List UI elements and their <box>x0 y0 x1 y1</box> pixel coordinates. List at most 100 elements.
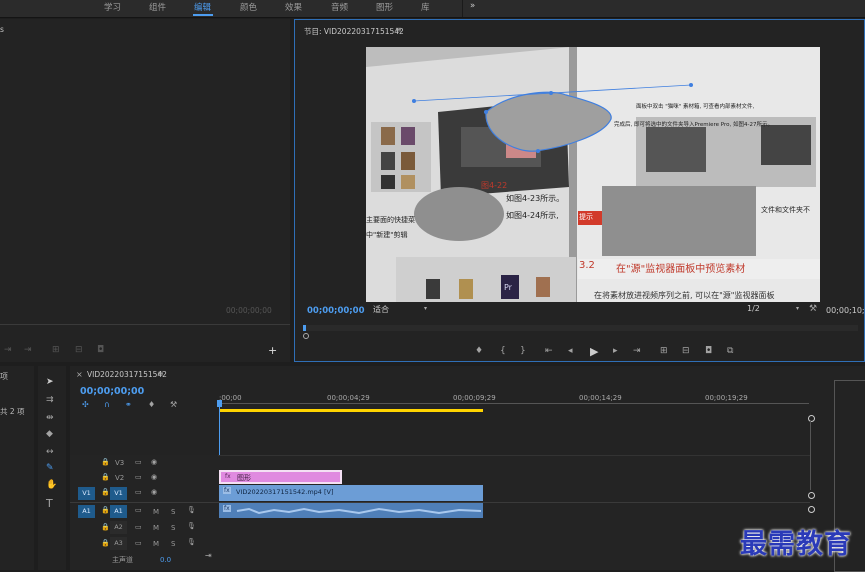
scroll-handle[interactable] <box>808 492 815 499</box>
step-back-icon[interactable]: ◂ <box>568 347 573 356</box>
workspace-tab-learn[interactable]: 学习 <box>104 1 121 13</box>
audio-clip[interactable]: fx <box>219 503 483 518</box>
sequence-timecode[interactable]: 00;00;00;00 <box>80 386 144 397</box>
lift-icon[interactable]: ⊞ <box>660 347 668 356</box>
mute-button[interactable]: M <box>153 524 159 532</box>
eye-icon[interactable]: ◉ <box>151 489 157 496</box>
camera-icon[interactable]: ◘ <box>97 346 104 355</box>
zoom-bar[interactable] <box>303 333 858 339</box>
camera-icon[interactable]: ◘ <box>705 347 712 356</box>
source-scrubber[interactable] <box>0 324 290 325</box>
work-area-bar[interactable] <box>219 409 483 412</box>
project-tab[interactable]: 项 <box>0 371 8 382</box>
panel-menu-icon[interactable]: ≡ <box>157 369 164 378</box>
sequence-tab[interactable]: VID20220317151542 <box>87 370 167 379</box>
vertical-scrollbar[interactable] <box>810 420 811 490</box>
project-panel: 项 共 2 项 <box>0 366 34 570</box>
nest-icon[interactable]: ✣ <box>82 401 89 409</box>
export-frame-icon[interactable]: ⊞ <box>52 346 60 355</box>
scroll-handle[interactable] <box>808 506 815 513</box>
master-volume-value[interactable]: 0.0 <box>160 556 171 564</box>
microphone-icon[interactable]: 🎙 <box>187 539 196 546</box>
mark-out-icon[interactable]: } <box>520 347 526 356</box>
microphone-icon[interactable]: 🎙 <box>187 507 196 514</box>
go-to-in-icon[interactable]: ⇤ <box>545 347 553 356</box>
insert-icon[interactable]: ⇥ <box>4 346 12 355</box>
source-monitor-tab[interactable]: s <box>0 25 4 34</box>
video-clip[interactable]: fx VID20220317151542.mp4 [V] <box>219 485 483 501</box>
ripple-edit-tool-icon[interactable]: ⇹ <box>46 414 54 423</box>
program-current-timecode[interactable]: 00;00;00;00 <box>307 306 365 316</box>
solo-button[interactable]: S <box>171 540 175 548</box>
timeline-settings-icon[interactable]: ⚒ <box>170 401 177 409</box>
track-target-a3[interactable]: A3 <box>110 537 127 550</box>
track-select-tool-icon[interactable]: ⇉ <box>46 396 54 405</box>
workspace-tab-libraries[interactable]: 库 <box>421 1 430 13</box>
workspace-overflow-button[interactable]: » <box>470 1 475 11</box>
workspace-tab-effects[interactable]: 效果 <box>285 1 302 13</box>
hand-tool-icon[interactable]: ✋ <box>46 481 57 490</box>
pen-tool-icon[interactable]: ✎ <box>46 464 54 473</box>
go-to-out-icon[interactable]: ⇥ <box>633 347 641 356</box>
sync-lock-icon[interactable]: ▭ <box>135 474 142 481</box>
source-patch-a1[interactable]: A1 <box>78 505 95 518</box>
workspace-tab-editing[interactable]: 编辑 <box>194 1 211 13</box>
workspace-tab-audio[interactable]: 音频 <box>331 1 348 13</box>
resolution-dropdown[interactable]: 1/2 ▾ <box>747 304 799 316</box>
eye-icon[interactable]: ◉ <box>151 459 157 466</box>
compare-icon[interactable]: ⊟ <box>75 346 83 355</box>
marker-icon[interactable]: ♦ <box>475 347 483 356</box>
program-monitor-title[interactable]: 节目: VID20220317151542 <box>304 26 404 37</box>
lock-icon[interactable]: 🔒 <box>101 507 110 514</box>
compare-view-icon[interactable]: ⧉ <box>727 347 733 356</box>
mute-button[interactable]: M <box>153 540 159 548</box>
sync-lock-icon[interactable]: ▭ <box>135 489 142 496</box>
go-to-end-icon[interactable]: ⇥ <box>205 552 212 560</box>
sync-lock-icon[interactable]: ▭ <box>135 459 142 466</box>
lock-icon[interactable]: 🔒 <box>101 540 110 547</box>
lock-icon[interactable]: 🔒 <box>101 459 110 466</box>
lock-icon[interactable]: 🔒 <box>101 489 110 496</box>
program-video-frame[interactable]: 图4-22 如图4-23所示。 如图4-24所示, 提示 完成后, 即可将选中的… <box>366 47 820 302</box>
snap-icon[interactable]: ∩ <box>104 401 110 409</box>
panel-menu-icon[interactable]: ≡ <box>395 25 402 34</box>
lock-icon[interactable]: 🔒 <box>101 474 110 481</box>
workspace-tab-color[interactable]: 颜色 <box>240 1 257 13</box>
add-button-icon[interactable]: + <box>268 345 277 356</box>
close-icon[interactable]: × <box>76 370 83 379</box>
solo-button[interactable]: S <box>171 508 175 516</box>
program-scrubber[interactable] <box>303 325 858 331</box>
track-target-v1[interactable]: V1 <box>110 487 127 500</box>
slip-tool-icon[interactable]: ↔ <box>46 448 54 457</box>
razor-tool-icon[interactable]: ◆ <box>46 430 53 439</box>
graphic-clip[interactable]: fx 图形 <box>219 470 342 484</box>
selection-tool-icon[interactable]: ➤ <box>46 378 54 387</box>
solo-button[interactable]: S <box>171 524 175 532</box>
track-target-a1[interactable]: A1 <box>110 505 127 518</box>
zoom-handle[interactable] <box>303 333 309 339</box>
mute-button[interactable]: M <box>153 508 159 516</box>
extract-icon[interactable]: ⊟ <box>682 347 690 356</box>
fit-dropdown[interactable]: 适合 ▾ <box>373 304 427 316</box>
wrench-icon[interactable]: ⚒ <box>809 305 817 314</box>
overwrite-icon[interactable]: ⇥ <box>24 346 32 355</box>
eye-icon[interactable]: ◉ <box>151 474 157 481</box>
add-marker-icon[interactable]: ♦ <box>148 401 155 409</box>
track-target-a2[interactable]: A2 <box>110 521 127 534</box>
mark-in-icon[interactable]: { <box>500 347 506 356</box>
sync-lock-icon[interactable]: ▭ <box>135 524 142 531</box>
step-forward-icon[interactable]: ▸ <box>613 347 618 356</box>
source-patch-v1[interactable]: V1 <box>78 487 95 500</box>
workspace-tab-graphics[interactable]: 图形 <box>376 1 393 13</box>
sync-lock-icon[interactable]: ▭ <box>135 540 142 547</box>
play-icon[interactable]: ▶ <box>590 346 598 357</box>
workspace-tab-assembly[interactable]: 组件 <box>149 1 166 13</box>
linked-selection-icon[interactable]: ⚭ <box>125 401 132 409</box>
playhead-marker[interactable] <box>303 325 306 331</box>
lock-icon[interactable]: 🔒 <box>101 524 110 531</box>
time-ruler[interactable] <box>219 403 809 404</box>
type-tool-icon[interactable]: T <box>46 498 53 509</box>
sync-lock-icon[interactable]: ▭ <box>135 507 142 514</box>
playhead-head[interactable] <box>217 400 222 407</box>
microphone-icon[interactable]: 🎙 <box>187 523 196 530</box>
